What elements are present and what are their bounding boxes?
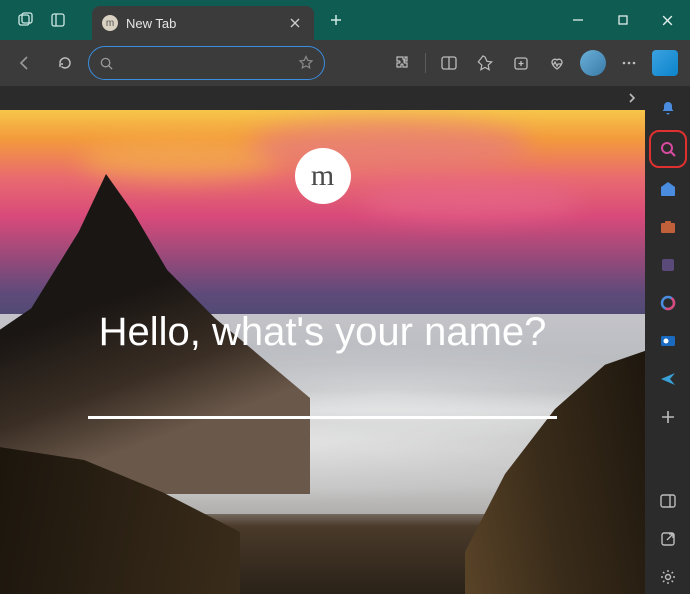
toolbar [0,40,690,86]
shopping-tag-icon[interactable] [651,172,685,206]
sidebar-search-button[interactable] [649,130,687,168]
briefcase-icon[interactable] [651,210,685,244]
browser-tab[interactable]: m New Tab [92,6,314,40]
new-tab-button[interactable] [320,4,352,36]
profile-button[interactable] [576,46,610,80]
toolbar-divider [425,53,426,73]
designer-icon[interactable] [651,248,685,282]
collections-button[interactable] [504,46,538,80]
name-input-line[interactable] [88,416,557,419]
split-screen-button[interactable] [432,46,466,80]
sidebar [645,86,690,594]
copilot-button[interactable] [648,46,682,80]
address-input[interactable] [122,56,298,71]
wellness-button[interactable] [540,46,574,80]
popout-icon[interactable] [651,522,685,556]
copilot-icon [652,50,678,76]
tab-favicon: m [102,15,118,31]
search-icon [99,56,114,71]
hero-background: m Hello, what's your name? [0,110,645,594]
chevron-right-icon[interactable] [625,91,639,105]
workspaces-icon[interactable] [12,6,40,34]
sidebar-add-button[interactable] [651,400,685,434]
greeting-text: Hello, what's your name? [0,310,645,355]
window-minimize-button[interactable] [555,0,600,40]
window-maximize-button[interactable] [600,0,645,40]
microsoft365-icon[interactable] [651,286,685,320]
more-button[interactable] [612,46,646,80]
settings-icon[interactable] [651,560,685,594]
profile-avatar [580,50,606,76]
tab-title: New Tab [126,16,276,31]
address-bar[interactable] [88,46,325,80]
panel-icon[interactable] [651,484,685,518]
outlook-icon[interactable] [651,324,685,358]
extensions-button[interactable] [385,46,419,80]
content-area: m Hello, what's your name? [0,86,645,594]
back-button[interactable] [8,46,42,80]
favorites-button[interactable] [468,46,502,80]
favorite-star-button[interactable] [298,55,314,71]
send-icon[interactable] [651,362,685,396]
window-close-button[interactable] [645,0,690,40]
greeting-logo: m [295,148,351,204]
tab-actions-icon[interactable] [44,6,72,34]
refresh-button[interactable] [48,46,82,80]
bell-icon[interactable] [651,92,685,126]
title-bar: m New Tab [0,0,690,40]
close-tab-button[interactable] [284,12,306,34]
